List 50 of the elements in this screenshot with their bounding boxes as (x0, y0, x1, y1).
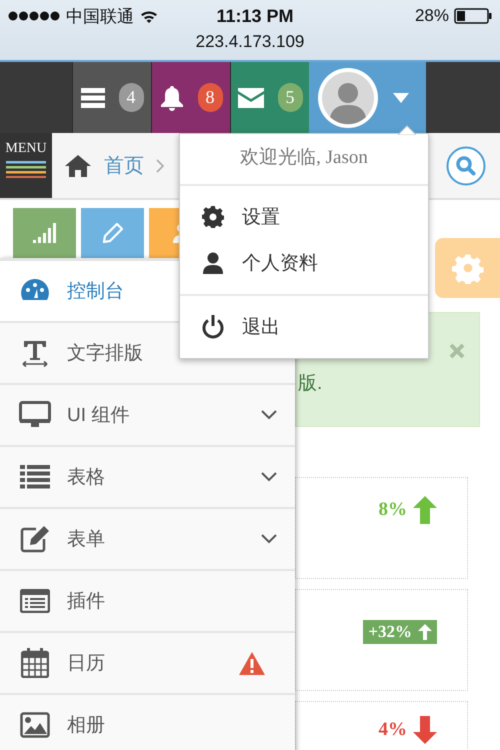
count-badge: 5 (278, 83, 302, 112)
shortcut-button[interactable] (81, 208, 144, 258)
change-percent: +32% (368, 622, 412, 642)
count-badge: 8 (198, 83, 222, 112)
envelope-icon (238, 88, 264, 108)
list-icon (20, 465, 50, 489)
sidebar-item[interactable]: UI 组件 (0, 385, 295, 447)
avatar (317, 66, 379, 128)
pencil-icon (102, 223, 122, 243)
list-card-icon (20, 589, 50, 613)
menu-button[interactable]: MENU (0, 133, 52, 198)
calendar-icon (21, 648, 49, 678)
close-icon[interactable] (449, 343, 465, 359)
welcome-text: 欢迎光临, Jason (240, 147, 368, 168)
sidebar-item[interactable]: 表单 (0, 509, 295, 571)
user-menu-toggle[interactable] (309, 62, 426, 133)
stat-percent: 4% (378, 719, 407, 741)
wifi-icon (140, 10, 158, 22)
text-size-icon (21, 339, 49, 367)
gear-icon (202, 206, 224, 228)
user-icon (203, 252, 223, 274)
stat-percent: 8% (378, 499, 407, 521)
monitor-icon (19, 401, 51, 429)
carrier-name: 中国联通 (66, 6, 134, 28)
home-icon[interactable] (64, 154, 92, 178)
caret-icon (393, 92, 409, 102)
shortcut-button[interactable] (13, 208, 76, 258)
signal-dots-icon (8, 11, 60, 21)
search-icon[interactable] (446, 146, 486, 186)
settings-icon (452, 252, 484, 284)
hamburger-icon (6, 160, 46, 178)
signal-bars-icon (32, 223, 56, 243)
server-icon (80, 88, 104, 108)
count-badge: 4 (118, 83, 144, 112)
bell-icon (160, 84, 184, 110)
sidebar-item[interactable]: 插件 (0, 571, 295, 633)
chevron-right-icon (156, 158, 164, 172)
url-address: 223.4.173.109 (196, 32, 304, 51)
power-icon (202, 315, 224, 339)
sidebar-item[interactable]: 日历 (0, 633, 295, 695)
menu-item[interactable]: 设置 (180, 194, 428, 240)
battery-percent: 28% (414, 6, 449, 26)
edit-icon (20, 525, 50, 553)
alert-text: 版. (298, 372, 322, 396)
image-icon (20, 712, 50, 738)
sidebar-item[interactable]: 表格 (0, 447, 295, 509)
sidebar-item[interactable]: 相册 (0, 695, 295, 750)
battery-icon (454, 8, 492, 24)
navbar-tile[interactable]: 8 (151, 62, 230, 133)
clock-time: 11:13 PM (215, 6, 295, 26)
